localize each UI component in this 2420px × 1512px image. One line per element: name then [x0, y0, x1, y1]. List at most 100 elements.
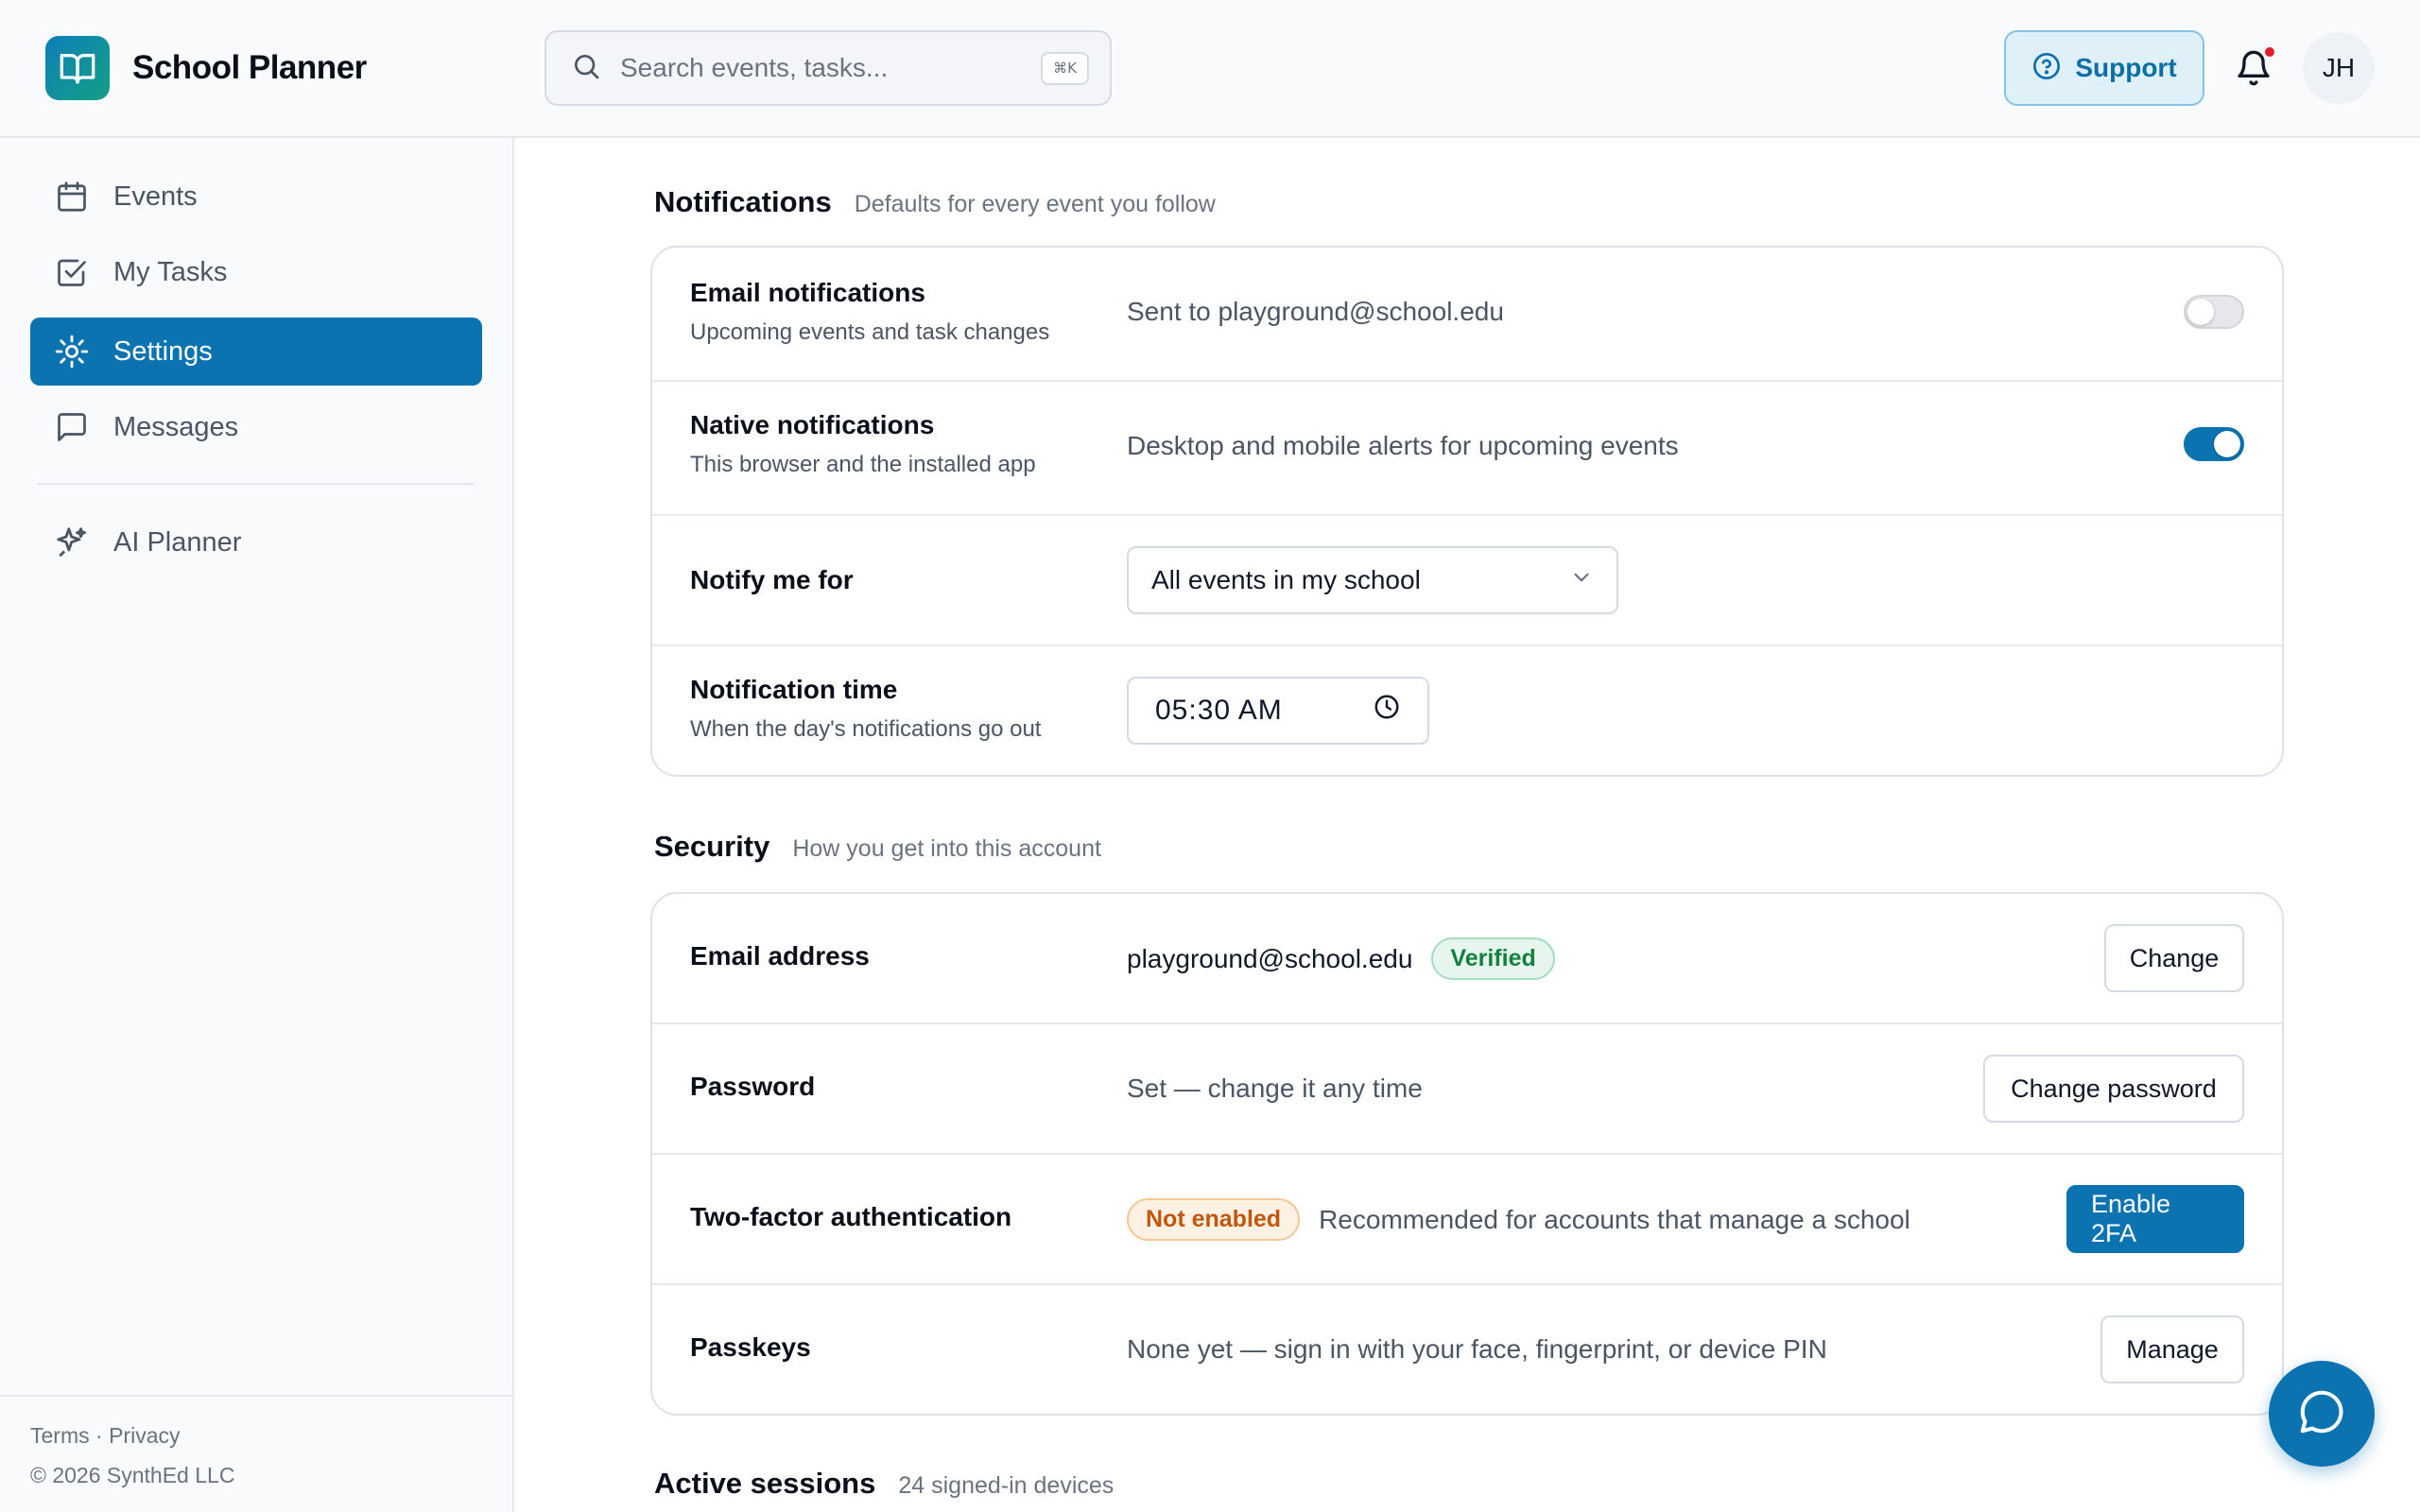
footer-links: Terms · Privacy: [30, 1423, 180, 1449]
row-title: Notify me for: [690, 565, 854, 594]
support-button[interactable]: Support: [2004, 30, 2204, 106]
sessions-section-header: Active sessions 24 signed-in devices: [654, 1467, 1114, 1501]
row-description: Upcoming events and task changes: [690, 319, 1050, 345]
app-name: School Planner: [132, 49, 367, 86]
notifications-section-header: Notifications Defaults for every event y…: [654, 185, 1216, 219]
security-card: Email address playground@school.edu Veri…: [650, 892, 2284, 1416]
support-label: Support: [2075, 53, 2177, 82]
two-factor-row: Two-factor authentication Not enabled Re…: [652, 1155, 2282, 1285]
notify-scope-select[interactable]: All events in my school: [1127, 546, 1618, 614]
email-value: playground@school.edu: [1127, 943, 1413, 973]
sidebar-item-ai-planner[interactable]: AI Planner: [30, 508, 482, 576]
terms-link[interactable]: Terms: [30, 1423, 90, 1448]
security-section-header: Security How you get into this account: [654, 830, 1101, 864]
sidebar-item-label: Messages: [113, 411, 239, 442]
select-value: All events in my school: [1151, 565, 1421, 594]
manage-passkeys-button[interactable]: Manage: [2100, 1315, 2244, 1383]
search-input[interactable]: [620, 53, 1042, 83]
sparkles-icon: [53, 524, 91, 561]
search-bar[interactable]: ⌘K: [544, 30, 1112, 106]
email-notifications-toggle[interactable]: [2184, 295, 2244, 329]
row-label: Email notifications Upcoming events and …: [690, 278, 1049, 346]
row-description: When the day's notifications go out: [690, 716, 1042, 742]
passkeys-row: Passkeys None yet — sign in with your fa…: [652, 1285, 2282, 1414]
email-address-row: Email address playground@school.edu Veri…: [652, 894, 2282, 1024]
section-subtitle: Defaults for every event you follow: [854, 191, 1216, 217]
sidebar-divider: [38, 483, 475, 485]
sidebar-item-messages[interactable]: Messages: [30, 393, 482, 461]
row-info: Sent to playground@school.edu: [1127, 297, 1504, 326]
search-icon: [571, 51, 601, 86]
chevron-down-icon: [1569, 565, 1594, 596]
chat-button[interactable]: [2269, 1361, 2375, 1467]
verified-badge: Verified: [1431, 937, 1555, 980]
row-title: Two-factor authentication: [690, 1202, 1012, 1231]
time-value: 05:30 AM: [1155, 695, 1283, 726]
row-label: Two-factor authentication: [690, 1202, 1011, 1232]
row-label: Passkeys: [690, 1332, 811, 1363]
row-title: Passkeys: [690, 1332, 811, 1362]
row-title: Notification time: [690, 675, 898, 704]
row-title: Email notifications: [690, 278, 925, 307]
sidebar-item-settings[interactable]: Settings: [30, 318, 482, 386]
row-info: Desktop and mobile alerts for upcoming e…: [1127, 431, 1679, 460]
calendar-icon: [53, 178, 91, 215]
row-info: Set — change it any time: [1127, 1074, 1423, 1103]
native-notifications-toggle[interactable]: [2184, 427, 2244, 461]
row-label: Native notifications This browser and th…: [690, 410, 1036, 478]
notification-time-input[interactable]: 05:30 AM: [1127, 677, 1429, 745]
row-info: None yet — sign in with your face, finge…: [1127, 1334, 1827, 1364]
row-label: Notify me for: [690, 565, 854, 595]
chat-bubble-icon: [2296, 1386, 2347, 1442]
row-label: Email address: [690, 941, 870, 971]
clock-icon[interactable]: [1373, 693, 1401, 729]
user-avatar[interactable]: JH: [2303, 32, 2375, 104]
sidebar-item-my-tasks[interactable]: My Tasks: [30, 238, 482, 306]
sun-gear-icon: [53, 333, 91, 370]
copyright: © 2026 SynthEd LLC: [30, 1463, 235, 1487]
change-password-button[interactable]: Change password: [1983, 1055, 2244, 1123]
two-factor-info: Recommended for accounts that manage a s…: [1319, 1204, 1910, 1234]
row-title: Native notifications: [690, 410, 935, 439]
sidebar-item-label: My Tasks: [113, 256, 228, 287]
section-title: Active sessions: [654, 1467, 876, 1500]
checkbox-icon: [53, 253, 91, 291]
sidebar-item-label: Events: [113, 180, 198, 212]
enable-2fa-button[interactable]: Enable 2FA: [2066, 1185, 2244, 1253]
notifications-card: Email notifications Upcoming events and …: [650, 246, 2284, 777]
sidebar-item-label: AI Planner: [113, 526, 242, 558]
section-subtitle: How you get into this account: [792, 835, 1101, 862]
row-info: Not enabled Recommended for accounts tha…: [1127, 1198, 1910, 1241]
sidebar-footer: Terms · Privacy © 2026 SynthEd LLC: [0, 1395, 512, 1512]
notification-time-row: Notification time When the day's notific…: [652, 646, 2282, 775]
notifications-button[interactable]: [2229, 45, 2278, 94]
sidebar-item-label: Settings: [113, 335, 213, 367]
section-subtitle: 24 signed-in devices: [898, 1472, 1115, 1499]
email-notifications-row: Email notifications Upcoming events and …: [652, 248, 2282, 382]
section-title: Notifications: [654, 185, 832, 218]
brand[interactable]: School Planner: [45, 36, 367, 100]
book-open-icon: [45, 36, 110, 100]
message-square-icon: [53, 408, 91, 446]
row-label: Notification time When the day's notific…: [690, 675, 1041, 743]
notification-dot: [2263, 45, 2276, 59]
password-row: Password Set — change it any time Change…: [652, 1024, 2282, 1155]
privacy-link[interactable]: Privacy: [109, 1423, 180, 1448]
row-info: playground@school.edu Verified: [1127, 937, 1555, 980]
row-label: Password: [690, 1072, 815, 1102]
row-control: All events in my school: [1127, 546, 1618, 614]
footer-separator: ·: [95, 1423, 103, 1448]
top-header: School Planner ⌘K Support JH: [0, 0, 2420, 138]
change-email-button[interactable]: Change: [2104, 924, 2244, 992]
section-title: Security: [654, 830, 770, 863]
sidebar: Events My Tasks Settings Messages AI Pla…: [0, 138, 514, 1512]
row-title: Password: [690, 1072, 816, 1101]
shortcut-hint: ⌘K: [1041, 51, 1089, 85]
notify-for-row: Notify me for All events in my school: [652, 516, 2282, 646]
native-notifications-row: Native notifications This browser and th…: [652, 382, 2282, 516]
row-control: 05:30 AM: [1127, 677, 1429, 745]
sidebar-item-events[interactable]: Events: [30, 163, 482, 231]
row-title: Email address: [690, 941, 870, 971]
help-circle-icon: [2031, 51, 2062, 86]
row-description: This browser and the installed app: [690, 452, 1036, 477]
